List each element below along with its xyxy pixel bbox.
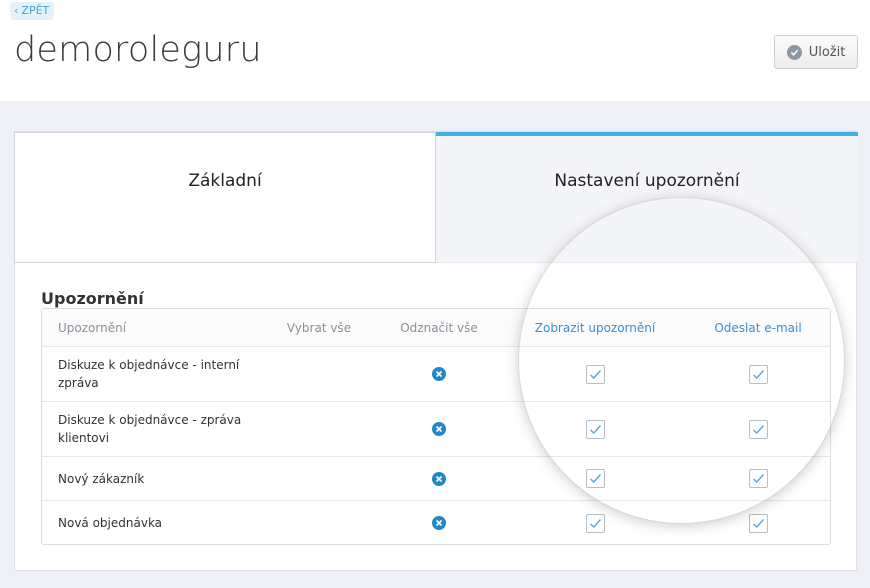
- table-row: Diskuze k objednávce - zpráva klientovi: [42, 402, 830, 457]
- row-label: Diskuze k objednávce - interní zpráva: [58, 358, 240, 390]
- tab-bar: Základní Nastavení upozornění: [14, 132, 858, 263]
- table-row: Diskuze k objednávce - interní zpráva: [42, 347, 830, 402]
- table-row: Nový zákazník: [42, 457, 830, 501]
- show-notification-checkbox[interactable]: [585, 419, 605, 439]
- select-all-header[interactable]: Vybrat vše: [274, 309, 364, 346]
- back-link[interactable]: ‹ ZPĚT: [10, 2, 55, 20]
- send-email-checkbox[interactable]: [748, 469, 768, 488]
- checkmark-icon: [589, 474, 601, 483]
- section-title: Upozornění: [41, 289, 144, 308]
- x-circle-icon[interactable]: [432, 422, 446, 436]
- send-email-cell: [690, 347, 826, 401]
- checkmark-icon: [752, 369, 764, 379]
- show-notification-checkbox[interactable]: [585, 469, 605, 488]
- save-button[interactable]: Uložit: [774, 35, 858, 69]
- clear-row-cell: [394, 347, 484, 401]
- table-header-row: Upozornění Vybrat vše Odznačit vše Zobra…: [42, 309, 830, 347]
- x-circle-icon[interactable]: [432, 516, 446, 530]
- show-notification-checkbox[interactable]: [585, 364, 605, 384]
- chevron-left-icon: ‹: [14, 4, 19, 17]
- back-label: ZPĚT: [21, 4, 50, 17]
- checkmark-icon: [589, 518, 601, 528]
- show-notification-cell: [520, 501, 670, 545]
- checkmark-icon: [589, 424, 601, 434]
- row-label: Nová objednávka: [58, 516, 163, 530]
- clear-all-header[interactable]: Odznačit vše: [394, 309, 484, 346]
- column-header-send-email[interactable]: Odeslat e-mail: [690, 309, 826, 346]
- settings-card: Základní Nastavení upozornění Upozornění…: [14, 131, 858, 571]
- row-label: Nový zákazník: [58, 471, 145, 486]
- tab-divider: [436, 262, 858, 263]
- x-circle-icon[interactable]: [432, 471, 446, 486]
- save-label: Uložit: [808, 44, 846, 60]
- send-email-cell: [690, 457, 826, 500]
- show-notification-cell: [520, 402, 670, 456]
- checkmark-icon: [589, 369, 601, 379]
- x-circle-icon[interactable]: [432, 367, 446, 381]
- checkmark-icon: [752, 424, 764, 434]
- clear-row-cell: [394, 501, 484, 545]
- table-row: Nová objednávka: [42, 501, 830, 545]
- checkmark-icon: [752, 518, 764, 528]
- check-circle-icon: [786, 44, 802, 60]
- clear-row-cell: [394, 457, 484, 500]
- column-header-show-notification[interactable]: Zobrazit upozornění: [520, 309, 670, 346]
- show-notification-cell: [520, 457, 670, 500]
- show-notification-checkbox[interactable]: [585, 513, 605, 533]
- row-label: Diskuze k objednávce - zpráva klientovi: [58, 413, 242, 445]
- page-title: demoroleguru: [14, 30, 262, 70]
- tab-basic[interactable]: Základní: [14, 132, 436, 263]
- show-notification-cell: [520, 347, 670, 401]
- tab-notification-settings-label: Nastavení upozornění: [554, 171, 740, 191]
- page-header: ‹ ZPĚT demoroleguru Uložit: [0, 0, 870, 101]
- send-email-checkbox[interactable]: [748, 419, 768, 439]
- checkmark-icon: [752, 474, 764, 483]
- send-email-checkbox[interactable]: [748, 364, 768, 384]
- tab-notification-settings[interactable]: Nastavení upozornění: [436, 132, 858, 263]
- column-header-notification: Upozornění: [58, 320, 127, 335]
- send-email-cell: [690, 501, 826, 545]
- clear-row-cell: [394, 402, 484, 456]
- send-email-cell: [690, 402, 826, 456]
- tab-basic-label: Základní: [188, 171, 262, 191]
- notifications-table: Upozornění Vybrat vše Odznačit vše Zobra…: [41, 308, 831, 545]
- send-email-checkbox[interactable]: [748, 513, 768, 533]
